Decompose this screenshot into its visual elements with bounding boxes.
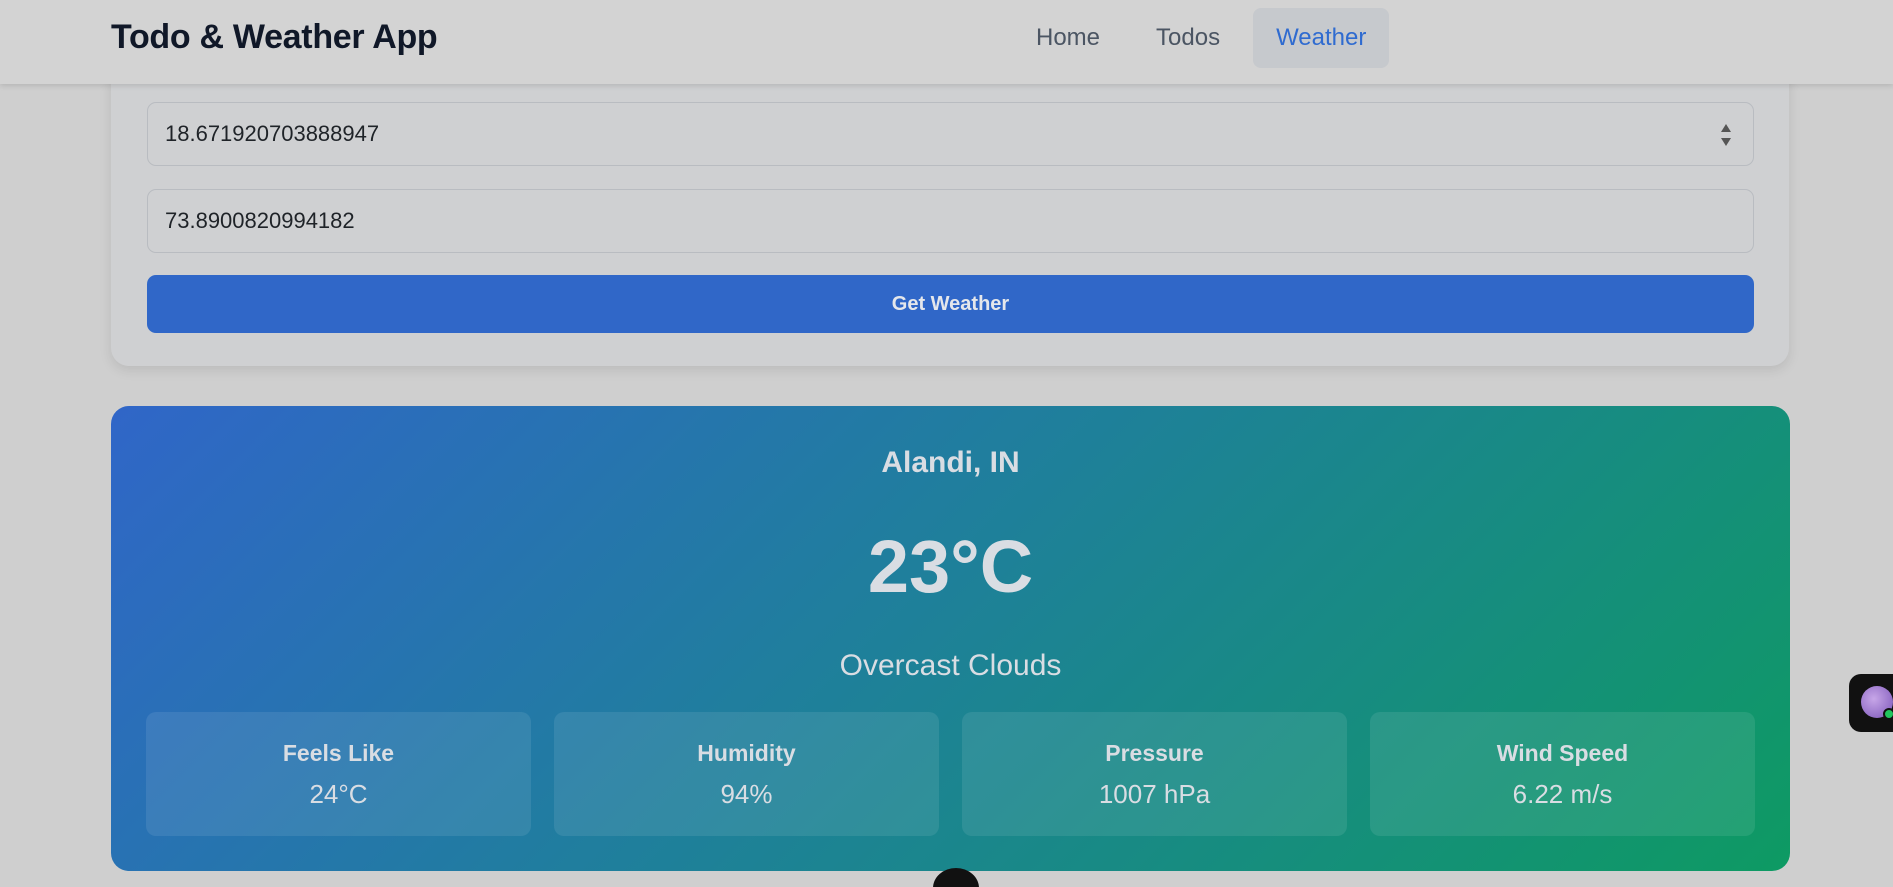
stat-feels-like: Feels Like 24°C — [146, 712, 531, 836]
number-spinner-icon[interactable] — [1719, 121, 1733, 149]
app-title: Todo & Weather App — [111, 18, 438, 56]
coordinate-form: 18.671920703888947 73.8900820994182 Get … — [111, 40, 1789, 366]
main-nav: Home Todos Weather — [1013, 8, 1390, 68]
weather-card: Alandi, IN 23°C Overcast Clouds Feels Li… — [111, 406, 1790, 871]
stat-label: Pressure — [1105, 740, 1204, 766]
stat-pressure: Pressure 1007 hPa — [962, 712, 1347, 836]
stat-value: 24°C — [309, 779, 368, 809]
stat-wind-speed: Wind Speed 6.22 m/s — [1370, 712, 1755, 836]
online-status-icon — [1883, 708, 1893, 720]
longitude-value: 73.8900820994182 — [165, 208, 355, 233]
stat-value: 94% — [720, 779, 773, 809]
stat-label: Wind Speed — [1496, 740, 1629, 766]
stat-label: Humidity — [697, 740, 796, 766]
stat-humidity: Humidity 94% — [554, 712, 939, 836]
location-name: Alandi, IN — [881, 446, 1020, 479]
assistant-widget[interactable] — [1849, 674, 1893, 732]
stat-value: 1007 hPa — [1098, 779, 1211, 809]
get-weather-button[interactable]: Get Weather — [147, 275, 1754, 333]
nav-weather[interactable]: Weather — [1253, 8, 1390, 68]
nav-home[interactable]: Home — [1013, 8, 1123, 68]
stat-value: 6.22 m/s — [1512, 779, 1613, 809]
stat-label: Feels Like — [282, 740, 395, 766]
app-header: Todo & Weather App Home Todos Weather — [0, 0, 1893, 84]
weather-description: Overcast Clouds — [839, 649, 1062, 682]
latitude-value: 18.671920703888947 — [165, 121, 380, 146]
temperature: 23°C — [867, 525, 1034, 608]
longitude-input[interactable]: 73.8900820994182 — [147, 189, 1754, 253]
nav-todos[interactable]: Todos — [1133, 8, 1243, 68]
latitude-input[interactable]: 18.671920703888947 — [147, 102, 1754, 166]
